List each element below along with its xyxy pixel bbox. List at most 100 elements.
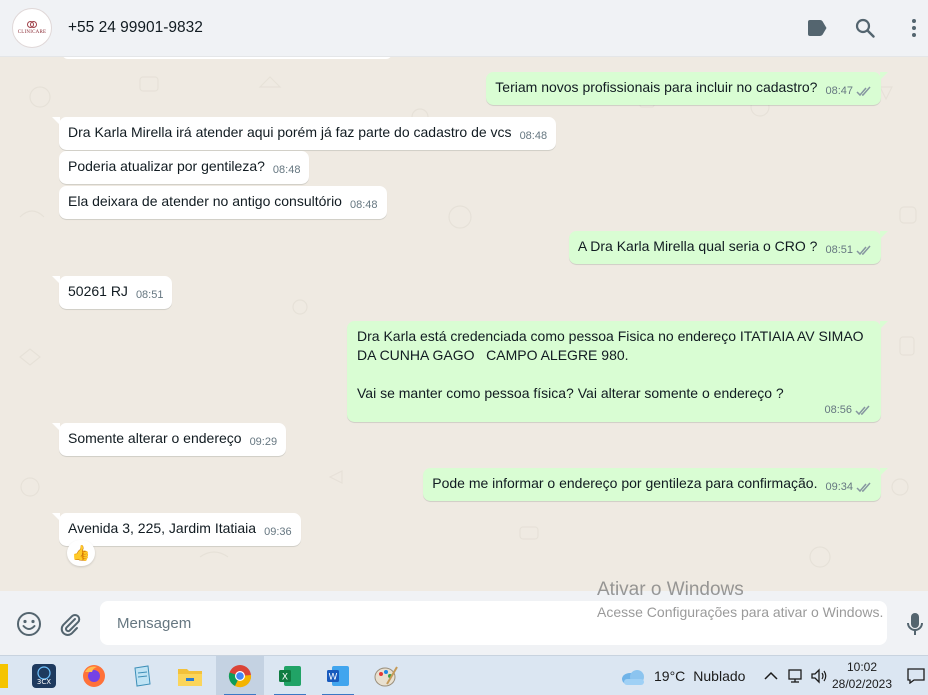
taskbar-clock[interactable]: 10:02 28/02/2023 <box>826 659 898 693</box>
read-ticks-icon <box>855 405 870 416</box>
notepad-icon <box>134 665 151 687</box>
message-time: 09:29 <box>249 436 278 448</box>
windows-taskbar: 3CX X W 19°C Nublado 10:02 28/02/2023 <box>0 655 928 695</box>
paint-icon <box>374 666 398 687</box>
notification-icon[interactable] <box>904 664 928 688</box>
clock-date: 28/02/2023 <box>831 677 893 691</box>
taskbar-3cx[interactable]: 3CX <box>20 656 68 695</box>
attach-icon[interactable] <box>57 611 83 637</box>
network-icon[interactable] <box>784 665 806 687</box>
message-meta: 08:48 <box>350 198 378 213</box>
message-meta: 08:48 <box>520 129 548 144</box>
message-outgoing[interactable]: Pode me informar o endereço por gentilez… <box>423 468 888 501</box>
message-text: Pode me informar o endereço por gentilez… <box>432 475 818 491</box>
message-meta: 09:29 <box>250 435 278 450</box>
message-outgoing[interactable]: Teriam novos profissionais para incluir … <box>486 72 888 105</box>
weather-condition: Nublado <box>693 668 746 684</box>
system-tray <box>760 656 832 695</box>
message-composer <box>0 591 928 655</box>
firefox-icon <box>83 665 105 687</box>
message-meta: 08:47 <box>825 84 872 99</box>
taskbar-notepad[interactable] <box>118 656 166 695</box>
message-text: Dra Karla Mirella irá atender aqui porém… <box>68 124 512 140</box>
message-text: Avenida 3, 225, Jardim Itatiaia <box>68 520 257 536</box>
message-text: Ela deixara de atender no antigo consult… <box>68 193 342 209</box>
contact-avatar[interactable]: CLINICARE <box>12 8 52 48</box>
cloudy-weather-icon <box>622 670 644 685</box>
chrome-icon <box>228 665 252 688</box>
bubble-tail <box>880 72 888 80</box>
read-ticks-icon <box>856 482 871 493</box>
message-incoming[interactable]: Ela deixara de atender no antigo consult… <box>59 186 387 219</box>
message-text: Poderia atualizar por gentileza? <box>68 158 265 174</box>
message-meta: 09:34 <box>825 480 872 495</box>
message-meta: 09:36 <box>264 525 292 540</box>
weather-temperature: 19°C <box>654 668 686 684</box>
svg-text:W: W <box>329 673 338 683</box>
message-time: 08:56 <box>824 404 852 416</box>
chat-header: CLINICARE +55 24 99901-9832 <box>0 0 928 57</box>
read-ticks-icon <box>856 86 871 97</box>
previous-message-bubble <box>62 57 392 59</box>
taskbar-chrome[interactable] <box>216 656 264 695</box>
message-incoming[interactable]: Dra Karla Mirella irá atender aqui porém… <box>52 117 557 150</box>
taskbar-paint[interactable] <box>362 656 410 695</box>
message-outgoing[interactable]: Dra Karla está credenciada como pessoa F… <box>347 321 888 422</box>
message-text: 50261 RJ <box>68 283 128 299</box>
contact-name[interactable]: +55 24 99901-9832 <box>68 19 203 37</box>
taskbar-excel[interactable]: X <box>266 656 314 695</box>
taskbar-firefox[interactable] <box>70 656 118 695</box>
windows-activation-title: Ativar o Windows <box>597 579 744 600</box>
message-time: 08:51 <box>135 289 164 301</box>
message-time: 08:48 <box>349 199 378 211</box>
3cx-icon: 3CX <box>32 664 56 688</box>
message-time: 09:34 <box>825 481 853 493</box>
taskbar-weather[interactable]: 19°C Nublado <box>620 656 745 695</box>
thumbs-up-reaction[interactable]: 👍 <box>67 540 95 566</box>
taskbar-file-explorer[interactable] <box>166 656 214 695</box>
message-outgoing[interactable]: A Dra Karla Mirella qual seria o CRO ? 0… <box>568 231 888 264</box>
svg-text:X: X <box>282 673 288 683</box>
message-time: 09:36 <box>264 526 292 538</box>
excel-icon: X <box>279 666 301 686</box>
word-icon: W <box>327 666 349 686</box>
3cx-label: 3CX <box>37 678 51 686</box>
chevron-up-icon[interactable] <box>760 665 782 687</box>
message-incoming[interactable]: 50261 RJ 08:51 <box>52 276 173 309</box>
message-text: A Dra Karla Mirella qual seria o CRO ? <box>577 238 818 254</box>
windows-activation-subtitle: Acesse Configurações para ativar o Windo… <box>597 604 884 620</box>
message-text: Dra Karla está credenciada como pessoa F… <box>357 328 864 401</box>
clock-time: 10:02 <box>846 660 878 674</box>
bubble-tail <box>880 231 888 239</box>
read-ticks-icon <box>856 245 871 256</box>
bubble-tail <box>880 321 888 329</box>
message-meta: 08:51 <box>825 243 872 258</box>
file-explorer-icon <box>178 669 202 686</box>
bubble-tail <box>52 276 60 284</box>
message-text: Somente alterar o endereço <box>68 430 242 446</box>
message-text: Teriam novos profissionais para incluir … <box>495 79 818 95</box>
bubble-tail <box>880 468 888 476</box>
message-meta: 08:51 <box>136 288 164 303</box>
message-time: 08:47 <box>825 85 853 97</box>
message-meta: 08:48 <box>273 163 301 178</box>
emoji-icon[interactable] <box>16 611 42 637</box>
chat-panel[interactable]: Teriam novos profissionais para incluir … <box>0 57 928 591</box>
message-time: 08:48 <box>519 130 548 142</box>
bubble-tail <box>52 513 60 521</box>
start-edge-icon[interactable] <box>0 664 8 688</box>
message-time: 08:48 <box>272 164 301 176</box>
more-vertical-icon[interactable] <box>902 16 926 40</box>
message-incoming[interactable]: Somente alterar o endereço 09:29 <box>52 423 287 456</box>
bubble-tail <box>52 117 60 125</box>
taskbar-word[interactable]: W <box>314 656 362 695</box>
search-icon[interactable] <box>853 16 877 40</box>
clinicare-logo-mark <box>27 21 37 29</box>
message-time: 08:51 <box>825 244 853 256</box>
message-incoming[interactable]: Poderia atualizar por gentileza? 08:48 <box>59 151 310 184</box>
label-icon[interactable] <box>805 16 829 40</box>
avatar-logo-text: CLINICARE <box>17 30 47 35</box>
microphone-icon[interactable] <box>902 611 928 637</box>
message-meta: 08:56 <box>357 403 871 418</box>
message-incoming[interactable]: Avenida 3, 225, Jardim Itatiaia 09:36 <box>52 513 301 546</box>
